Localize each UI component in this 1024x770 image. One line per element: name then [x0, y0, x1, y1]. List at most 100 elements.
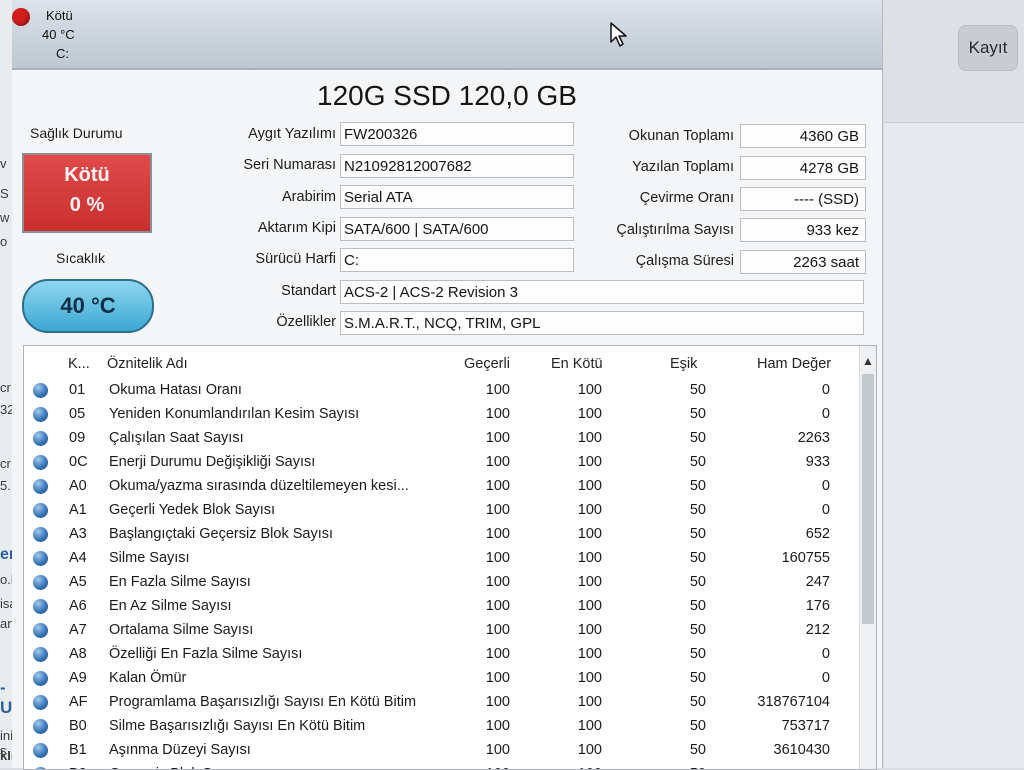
smart-attributes-table[interactable]: K... Öznitelik Adı Geçerli En Kötü Eşik …: [23, 345, 877, 770]
cell-raw: 933: [805, 454, 830, 470]
table-row[interactable]: 05 Yeniden Konumlandırılan Kesim Sayısı 10…: [24, 403, 860, 427]
cell-current: 100: [485, 478, 510, 494]
column-header-raw[interactable]: Ham Değer: [757, 356, 831, 372]
table-row[interactable]: 09 Çalışılan Saat Sayısı 100 100 50 2263: [24, 427, 860, 451]
cell-name: Silme Sayısı: [109, 550, 190, 566]
table-row[interactable]: 0C Enerji Durumu Değişikliği Sayısı 100 100…: [24, 451, 860, 475]
background-window-left: v S w o cr 32 cr 5. er o.h isa anı - U i…: [0, 0, 23, 768]
table-row[interactable]: A4 Silme Sayısı 100 100 50 160755: [24, 547, 860, 571]
cell-id: 05: [69, 406, 86, 422]
cell-threshold: 50: [689, 622, 706, 638]
cell-raw: 0: [821, 406, 830, 422]
bg-text: S: [0, 186, 9, 201]
cell-threshold: 50: [689, 694, 706, 710]
cell-current: 100: [485, 502, 510, 518]
table-row[interactable]: A7 Ortalama Silme Sayısı 100 100 50 212: [24, 619, 860, 643]
total-writes-label: Yazılan Toplamı: [632, 159, 734, 175]
features-label: Özellikler: [276, 314, 336, 330]
cell-threshold: 50: [689, 550, 706, 566]
table-row[interactable]: B1 Aşınma Düzeyi Sayısı 100 100 50 3610430: [24, 739, 860, 763]
scroll-up-arrow-icon[interactable]: ▲: [862, 354, 874, 368]
table-row[interactable]: B0 Silme Başarısızlığı Sayısı En Kötü Bit…: [24, 715, 860, 739]
cell-name: Okuma Hatası Oranı: [109, 382, 242, 398]
cell-name: Geçerli Yedek Blok Sayısı: [109, 502, 276, 518]
table-header: K... Öznitelik Adı Geçerli En Kötü Eşik …: [24, 346, 860, 376]
table-row[interactable]: 01 Okuma Hatası Oranı 100 100 50 0: [24, 379, 860, 403]
attribute-status-icon: [33, 527, 48, 542]
table-scrollbar[interactable]: ▲: [859, 346, 876, 769]
table-row[interactable]: A3 Başlangıçtaki Geçersiz Blok Sayısı 100 1…: [24, 523, 860, 547]
cell-worst: 100: [577, 526, 602, 542]
total-writes-field: 4278 GB: [740, 156, 866, 180]
health-status-button[interactable]: Kötü 0 %: [22, 153, 152, 233]
cell-worst: 100: [577, 502, 602, 518]
cell-current: 100: [485, 574, 510, 590]
attribute-status-icon: [33, 407, 48, 422]
attribute-status-icon: [33, 743, 48, 758]
firmware-field: FW200326: [340, 122, 574, 146]
cell-threshold: 50: [689, 526, 706, 542]
cell-id: 0C: [69, 454, 88, 470]
table-row[interactable]: A8 Özelliği En Fazla Silme Sayısı 100 100 50…: [24, 643, 860, 667]
table-row[interactable]: AF Programlama Başarısızlığı Sayısı En Kö…: [24, 691, 860, 715]
disk-info-window: Kötü 40 °C C: 120G SSD 120,0 GB Sağlık D…: [12, 0, 883, 770]
drive-tab-bar[interactable]: Kötü 40 °C C:: [12, 0, 882, 70]
attribute-status-icon: [33, 623, 48, 638]
drive-tab-letter: C:: [56, 46, 69, 61]
cell-threshold: 50: [689, 406, 706, 422]
temperature-button[interactable]: 40 °C: [22, 279, 154, 333]
rotation-rate-field: ---- (SSD): [740, 187, 866, 211]
column-header-threshold[interactable]: Eşik: [670, 356, 697, 372]
cell-current: 100: [485, 406, 510, 422]
health-status-dot-icon: [12, 8, 30, 26]
table-row[interactable]: B2 Geçersiz Blok Sayısı 100 100 50: [24, 763, 860, 769]
cell-current: 100: [485, 430, 510, 446]
cell-threshold: 50: [674, 766, 706, 769]
cell-name: En Fazla Silme Sayısı: [109, 574, 251, 590]
table-row[interactable]: A1 Geçerli Yedek Blok Sayısı 100 100 50 0: [24, 499, 860, 523]
cell-raw: 652: [805, 526, 830, 542]
bg-text: 5.: [0, 478, 11, 493]
drive-letter-label: Sürücü Harfi: [255, 251, 336, 267]
cell-raw: 160755: [781, 550, 830, 566]
table-row[interactable]: A9 Kalan Ömür 100 100 50 0: [24, 667, 860, 691]
scrollbar-thumb[interactable]: [862, 374, 874, 624]
rotation-rate-label: Çevirme Oranı: [639, 190, 734, 206]
cell-id: B2: [69, 766, 87, 769]
cell-current: 100: [485, 718, 510, 734]
cell-worst: 100: [577, 382, 602, 398]
column-header-worst[interactable]: En Kötü: [551, 356, 603, 372]
cell-threshold: 50: [689, 454, 706, 470]
cell-threshold: 50: [689, 598, 706, 614]
column-header-id[interactable]: K...: [68, 356, 90, 372]
cell-name: Yeniden Konumlandırılan Kesim Sayısı: [109, 406, 360, 422]
bg-text: o: [0, 234, 8, 249]
health-status-text: Kötü: [64, 164, 110, 186]
cell-name: Kalan Ömür: [109, 670, 187, 686]
cell-current: 100: [470, 766, 510, 769]
cell-raw: 0: [821, 646, 830, 662]
cell-name: En Az Silme Sayısı: [109, 598, 232, 614]
cell-id: A0: [69, 478, 87, 494]
transfer-mode-label: Aktarım Kipi: [257, 220, 336, 236]
cell-threshold: 50: [689, 430, 706, 446]
cell-worst: 100: [577, 742, 602, 758]
table-row[interactable]: A6 En Az Silme Sayısı 100 100 50 176: [24, 595, 860, 619]
cell-raw: 2263: [797, 430, 830, 446]
bg-text: - U: [0, 678, 13, 717]
cell-worst: 100: [577, 574, 602, 590]
table-row[interactable]: A0 Okuma/yazma sırasında düzeltilemeyen k…: [24, 475, 860, 499]
cell-id: 09: [69, 430, 86, 446]
cell-threshold: 50: [689, 718, 706, 734]
attribute-status-icon: [33, 383, 48, 398]
table-row[interactable]: A5 En Fazla Silme Sayısı 100 100 50 247: [24, 571, 860, 595]
cell-raw: 247: [805, 574, 830, 590]
column-header-name[interactable]: Öznitelik Adı: [107, 356, 188, 372]
power-on-count-label: Çalıştırılma Sayısı: [616, 222, 734, 238]
column-header-current[interactable]: Geçerli: [464, 356, 510, 372]
cell-worst: 100: [577, 670, 602, 686]
save-button[interactable]: Kayıt: [958, 25, 1018, 71]
cell-worst: 100: [577, 406, 602, 422]
bg-text: v: [0, 156, 7, 171]
attribute-status-icon: [33, 479, 48, 494]
